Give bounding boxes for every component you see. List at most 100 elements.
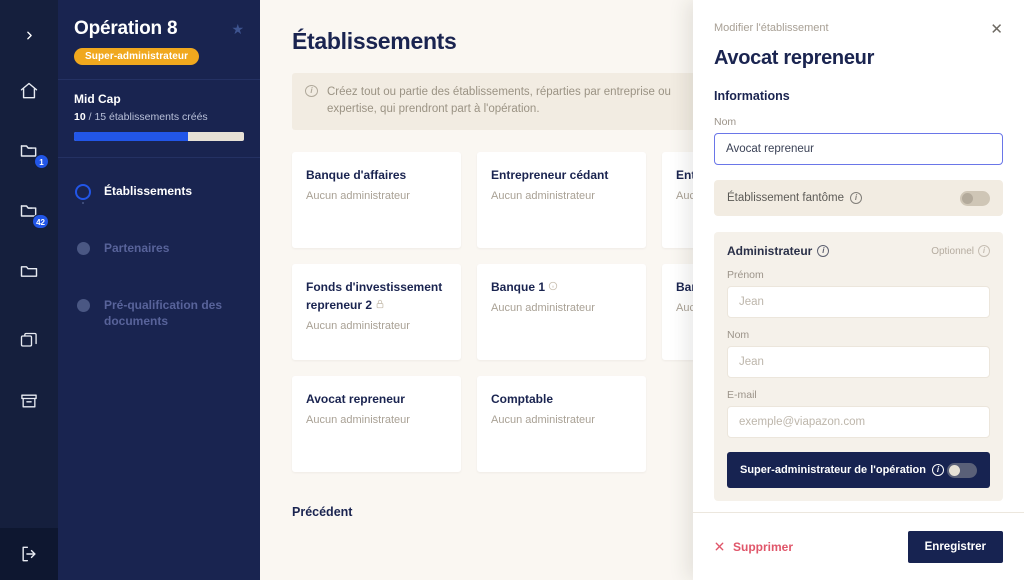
info-banner: i Créez tout ou partie des établissement… — [292, 73, 697, 130]
email-input[interactable] — [727, 406, 990, 438]
lastname-input[interactable] — [727, 346, 990, 378]
administrator-optional-label: Optionnel — [931, 245, 974, 257]
establishment-card-subtitle: Aucun administrateur — [306, 413, 410, 426]
info-banner-text: Créez tout ou partie des établissements,… — [327, 86, 671, 116]
super-admin-label: Super-administrateur de l'opération — [740, 464, 926, 476]
establishment-card[interactable]: Banque d'affaires Aucun administrateur — [292, 151, 461, 248]
super-admin-row[interactable]: Super-administrateur de l'opération i — [727, 452, 990, 488]
archive-box-icon[interactable] — [16, 388, 42, 414]
home-icon[interactable] — [16, 78, 42, 104]
toggle-knob — [949, 464, 960, 476]
drawer-header: Modifier l'établissement ✕ — [714, 22, 1003, 37]
folder-shared-icon-2[interactable]: 42 — [16, 198, 49, 229]
toggle-knob — [962, 192, 973, 204]
edit-establishment-drawer: Modifier l'établissement ✕ Avocat repren… — [693, 0, 1024, 580]
stepper-item-label: Partenaires — [104, 241, 170, 255]
rail-badge-count: 42 — [32, 214, 49, 229]
drawer-footer: Supprimer Enregistrer — [693, 512, 1024, 580]
icon-rail: 1 42 — [0, 0, 58, 580]
drawer-title: Avocat repreneur — [714, 47, 875, 69]
step-dot-icon — [76, 299, 90, 312]
establishment-card-subtitle: Aucun administrateur — [306, 319, 410, 332]
lastname-field-label: Nom — [727, 329, 750, 341]
info-icon[interactable]: i — [817, 245, 830, 257]
administrator-header: Administrateur i Optionnel i — [727, 244, 990, 258]
close-icon[interactable]: ✕ — [990, 22, 1003, 37]
info-icon: i — [305, 85, 318, 97]
expand-sidebar-button[interactable] — [16, 22, 42, 48]
stepper-item-etablissements[interactable]: Établissements — [74, 182, 244, 239]
establishment-card[interactable]: Avocat repreneur Aucun administrateur — [292, 375, 461, 472]
step-marker — [74, 182, 92, 204]
administrator-title: Administrateur — [727, 244, 813, 258]
firstname-input[interactable] — [727, 286, 990, 318]
establishment-card[interactable]: Banque 1 Aucun administrateur — [477, 263, 646, 360]
star-icon[interactable]: ★ — [231, 22, 244, 36]
logout-icon[interactable] — [0, 528, 58, 580]
establishment-card-title: Avocat repreneur — [306, 391, 405, 406]
operation-header: Opération 8 ★ Super-administrateur — [58, 0, 260, 79]
rail-icon-list: 1 42 — [16, 78, 49, 284]
super-admin-toggle[interactable] — [947, 462, 977, 478]
operation-title: Opération 8 — [74, 18, 178, 39]
super-admin-label-wrap: Super-administrateur de l'opération i — [740, 464, 944, 476]
establishment-card-subtitle: Aucun administrateur — [491, 413, 595, 426]
folder-shared-icon-1[interactable]: 1 — [16, 138, 49, 169]
progress-bar — [74, 132, 244, 141]
delete-button-label: Supprimer — [733, 539, 794, 554]
app-root: 1 42 Opération 8 ★ Super-administrateur … — [0, 0, 1024, 580]
stepper-item-label: Établissements — [104, 184, 193, 198]
ghost-establishment-label-wrap: Établissement fantôme i — [727, 192, 862, 204]
step-dot-active-icon — [75, 184, 91, 200]
copy-folder-icon[interactable] — [16, 328, 42, 354]
firstname-field-label: Prénom — [727, 269, 764, 281]
establishment-card-subtitle: Aucun administrateur — [306, 189, 410, 202]
stepper-item-label: Pré-qualification des documents — [104, 298, 223, 329]
progress-separator: / — [88, 111, 92, 123]
ghost-establishment-row[interactable]: Établissement fantôme i — [714, 180, 1003, 216]
establishment-card[interactable]: Entrepreneur cédant Aucun administrateur — [477, 151, 646, 248]
step-marker — [74, 239, 92, 255]
rail-badge-count: 1 — [34, 154, 49, 169]
administrator-title-wrap: Administrateur i — [727, 244, 830, 258]
info-icon[interactable]: i — [849, 192, 862, 204]
info-icon[interactable]: i — [931, 464, 944, 476]
administrator-section: Administrateur i Optionnel i Prénom Nom … — [714, 232, 1003, 501]
previous-button[interactable]: Précédent — [292, 505, 352, 519]
ghost-establishment-label: Établissement fantôme — [727, 192, 844, 204]
section-heading-informations: Informations — [714, 89, 790, 103]
name-field-label: Nom — [714, 116, 737, 128]
establishment-card[interactable]: Comptable Aucun administrateur — [477, 375, 646, 472]
establishment-card-title: Entrepreneur cédant — [491, 167, 609, 182]
establishment-card-title: Banque 1 — [491, 279, 546, 294]
stepper-item-partenaires[interactable]: Partenaires — [74, 239, 244, 296]
establishment-card-title: Banque d'affaires — [306, 167, 407, 182]
operation-title-row: Opération 8 ★ — [74, 18, 244, 40]
drawer-eyebrow: Modifier l'établissement — [714, 22, 829, 34]
lock-icon[interactable] — [375, 299, 385, 312]
rail-icon-list-secondary — [16, 328, 42, 414]
stepper: Établissements Partenaires Pré-qualifica… — [58, 158, 260, 329]
role-badge: Super-administrateur — [74, 48, 200, 65]
establishment-card[interactable]: Fonds d'investissement repreneur 2 Aucun … — [292, 263, 461, 360]
x-icon — [715, 542, 724, 551]
delete-button[interactable]: Supprimer — [714, 540, 793, 554]
progress-section: Mid Cap 10 / 15 établissements créés — [58, 80, 260, 157]
establishment-card-subtitle: Aucun administrateur — [491, 301, 595, 314]
folder-open-icon[interactable] — [16, 258, 42, 284]
step-marker — [74, 296, 92, 312]
name-input[interactable] — [714, 133, 1003, 165]
step-connector — [82, 202, 84, 204]
info-icon[interactable] — [548, 281, 558, 294]
progress-label: Mid Cap — [74, 92, 121, 106]
establishment-card-subtitle: Aucun administrateur — [491, 189, 595, 202]
stepper-item-prequalification[interactable]: Pré-qualification des documents — [74, 296, 244, 329]
establishment-card-title: Comptable — [491, 391, 554, 406]
progress-counter: 10 / 15 établissements créés — [74, 111, 244, 123]
operation-panel: Opération 8 ★ Super-administrateur Mid C… — [58, 0, 260, 580]
info-icon[interactable]: i — [978, 245, 990, 257]
save-button[interactable]: Enregistrer — [907, 530, 1003, 563]
ghost-establishment-toggle[interactable] — [960, 190, 990, 206]
progress-bar-fill — [74, 132, 188, 141]
drawer-body: Modifier l'établissement ✕ Avocat repren… — [693, 0, 1024, 501]
